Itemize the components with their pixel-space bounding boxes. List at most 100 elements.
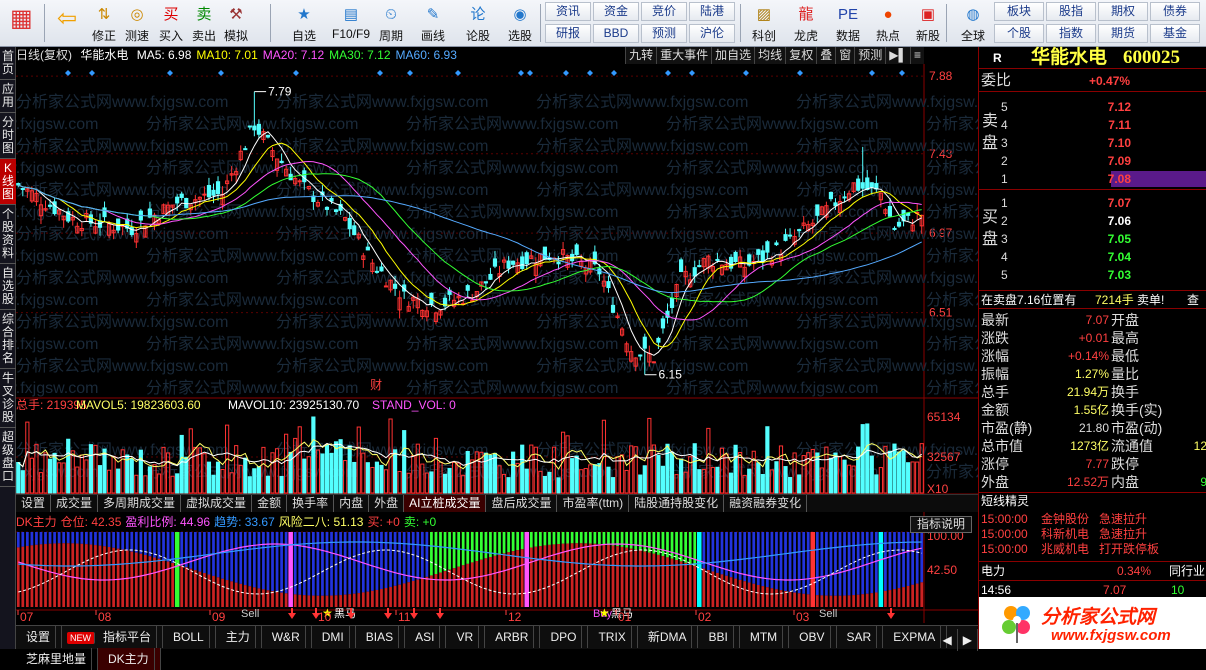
event-diamond-icon[interactable]	[167, 70, 173, 76]
event-diamond-icon[interactable]	[743, 70, 749, 76]
event-diamond-icon[interactable]	[611, 70, 617, 76]
toolbar-button-new-stock[interactable]: ▣ 新股	[910, 2, 946, 44]
news-item[interactable]: 15:00:00 金钟股份 急速拉升	[981, 512, 1206, 527]
left-nav-item[interactable]: 分时图	[0, 113, 16, 159]
event-diamond-icon[interactable]	[869, 70, 875, 76]
toolbar-button-sci-tech[interactable]: ▨ 科创	[744, 2, 784, 44]
toolbar-button-data[interactable]: PE 数据	[828, 2, 868, 44]
bottom-tab[interactable]: SAR	[837, 626, 884, 648]
bottom-tab[interactable]: NEW 指标平台	[62, 626, 164, 648]
toolbar-text-button[interactable]: 资讯	[545, 2, 591, 21]
indicator-tab[interactable]: 陆股通持股变化	[629, 495, 725, 512]
event-diamond-icon[interactable]	[89, 70, 95, 76]
toolbar-text-button[interactable]: 股指	[1046, 2, 1096, 21]
left-nav-item[interactable]: 首页	[0, 47, 16, 80]
toolbar-button-discuss[interactable]: 论论股	[459, 2, 497, 44]
event-diamond-icon[interactable]	[218, 70, 224, 76]
indicator-tab[interactable]: 金额	[252, 495, 288, 512]
indicator-tab[interactable]: AI立桩成交量	[404, 495, 487, 512]
toolbar-button-drawline[interactable]: ✎ 画线	[414, 2, 452, 44]
ask-row[interactable]: 2 7.09	[1001, 152, 1206, 170]
event-markers[interactable]	[65, 70, 905, 76]
toolbar-text-button[interactable]: 指数	[1046, 24, 1096, 43]
left-nav-item[interactable]: 应用	[0, 80, 16, 113]
toolbar-text-button[interactable]: 债券	[1150, 2, 1200, 21]
toolbar-text-button[interactable]: 竞价	[641, 2, 687, 21]
bid-row[interactable]: 3 7.05	[1001, 230, 1206, 248]
ask-row[interactable]: 5 7.12	[1001, 98, 1206, 116]
bottom-tab[interactable]: W&R	[262, 626, 312, 648]
bottom-tab[interactable]: DPO	[540, 626, 589, 648]
toolbar-button-grid[interactable]: ▦	[2, 2, 40, 44]
indicator-help-button[interactable]: 指标说明	[909, 516, 972, 533]
toolbar-button-f10[interactable]: ▤ F10/F9	[330, 2, 372, 44]
event-diamond-icon[interactable]	[377, 70, 383, 76]
event-diamond-icon[interactable]	[407, 70, 413, 76]
toolbar-button-watchlist[interactable]: ★ 自选	[284, 2, 324, 44]
bottom-tab[interactable]: 新DMA	[638, 626, 699, 648]
bottom-tab[interactable]: 芝麻里地量	[16, 648, 99, 670]
bottom-tab[interactable]: 设置	[16, 626, 63, 648]
bottom-tab[interactable]: TRIX	[588, 626, 638, 648]
indicator-tab[interactable]: 换手率	[287, 495, 335, 512]
toolbar-text-button[interactable]: BBD	[593, 24, 639, 43]
event-diamond-icon[interactable]	[689, 70, 695, 76]
bottom-tab[interactable]: BOLL	[163, 626, 216, 648]
toolbar-text-button[interactable]: 沪伦	[689, 24, 735, 43]
bottom-tab[interactable]: 主力	[216, 626, 262, 648]
indicator-tab[interactable]: 虚拟成交量	[181, 495, 253, 512]
ask-row[interactable]: 3 7.10	[1001, 134, 1206, 152]
scroll-arrows[interactable]: ◀ ▶	[938, 629, 978, 651]
indicator-tab[interactable]: 外盘	[369, 495, 405, 512]
event-diamond-icon[interactable]	[665, 70, 671, 76]
bottom-tab[interactable]: ARBR	[485, 626, 541, 648]
bottom-tab[interactable]: BBI	[698, 626, 740, 648]
bottom-tab[interactable]: OBV	[789, 626, 837, 648]
event-diamond-icon[interactable]	[899, 70, 905, 76]
news-item[interactable]: 15:00:00 兆威机电 打开跌停板	[981, 542, 1206, 557]
toolbar-text-button[interactable]: 板块	[994, 2, 1044, 21]
toolbar-button-buy[interactable]: 买买入	[155, 2, 187, 44]
scroll-left-icon[interactable]: ◀	[938, 629, 958, 651]
sector-link[interactable]: 同行业	[1169, 562, 1205, 580]
pending-more-link[interactable]: 查	[1187, 291, 1199, 309]
toolbar-text-button[interactable]: 基金	[1150, 24, 1200, 43]
bottom-tab[interactable]: BIAS	[356, 626, 406, 648]
indicator-tab[interactable]: 设置	[16, 495, 52, 512]
kline-chart-area[interactable]: 日线(复权) 华能水电 MA5: 6.98 MA10: 7.01 MA20: 7.1…	[16, 47, 978, 623]
toolbar-text-button[interactable]: 期权	[1098, 2, 1148, 21]
event-diamond-icon[interactable]	[455, 70, 461, 76]
event-diamond-icon[interactable]	[563, 70, 569, 76]
news-item[interactable]: 15:00:00 科新机电 急速拉升	[981, 527, 1206, 542]
event-diamond-icon[interactable]	[797, 70, 803, 76]
toolbar-button-globe[interactable]: ◍ 全球	[954, 2, 992, 44]
toolbar-text-button[interactable]: 资金	[593, 2, 639, 21]
toolbar-button-revise[interactable]: ⇅ 修正	[88, 2, 120, 44]
event-diamond-icon[interactable]	[527, 70, 533, 76]
toolbar-button-simulate[interactable]: ⚒ 模拟	[220, 2, 252, 44]
left-nav-item[interactable]: 自选股	[0, 264, 16, 310]
toolbar-button-sell[interactable]: 卖卖出	[188, 2, 220, 44]
bottom-tab[interactable]: MTM	[740, 626, 790, 648]
toolbar-button-hotspot[interactable]: ● 热点	[868, 2, 908, 44]
left-nav-item[interactable]: 综合排名	[0, 310, 16, 369]
indicator-tab[interactable]: 内盘	[334, 495, 370, 512]
bid-row[interactable]: 5 7.03	[1001, 266, 1206, 284]
left-nav-item[interactable]: 牛叉诊股	[0, 369, 16, 428]
event-diamond-icon[interactable]	[587, 70, 593, 76]
ask-row[interactable]: 1 7.08	[1001, 170, 1206, 188]
bottom-tab[interactable]: DK主力	[98, 648, 161, 670]
indicator-tab[interactable]: 融资融券变化	[724, 495, 808, 512]
indicator-tab[interactable]: 多周期成交量	[98, 495, 182, 512]
left-nav-item[interactable]: 个股资料	[0, 205, 16, 264]
indicator-tab[interactable]: 市盈率(ttm)	[557, 495, 630, 512]
toolbar-text-button[interactable]: 预测	[641, 24, 687, 43]
toolbar-button-back-arrow[interactable]: ⇦	[50, 2, 84, 44]
indicator-tab[interactable]: 盘后成交量	[486, 495, 558, 512]
indicator-tab[interactable]: 成交量	[51, 495, 99, 512]
toolbar-text-button[interactable]: 陆港	[689, 2, 735, 21]
bid-row[interactable]: 1 7.07	[1001, 194, 1206, 212]
chart-svg[interactable]: 7.887.436.976.51分析家公式网www.fxjgsw.com 分析家公…	[16, 47, 978, 623]
event-diamond-icon[interactable]	[293, 70, 299, 76]
bid-row[interactable]: 4 7.04	[1001, 248, 1206, 266]
